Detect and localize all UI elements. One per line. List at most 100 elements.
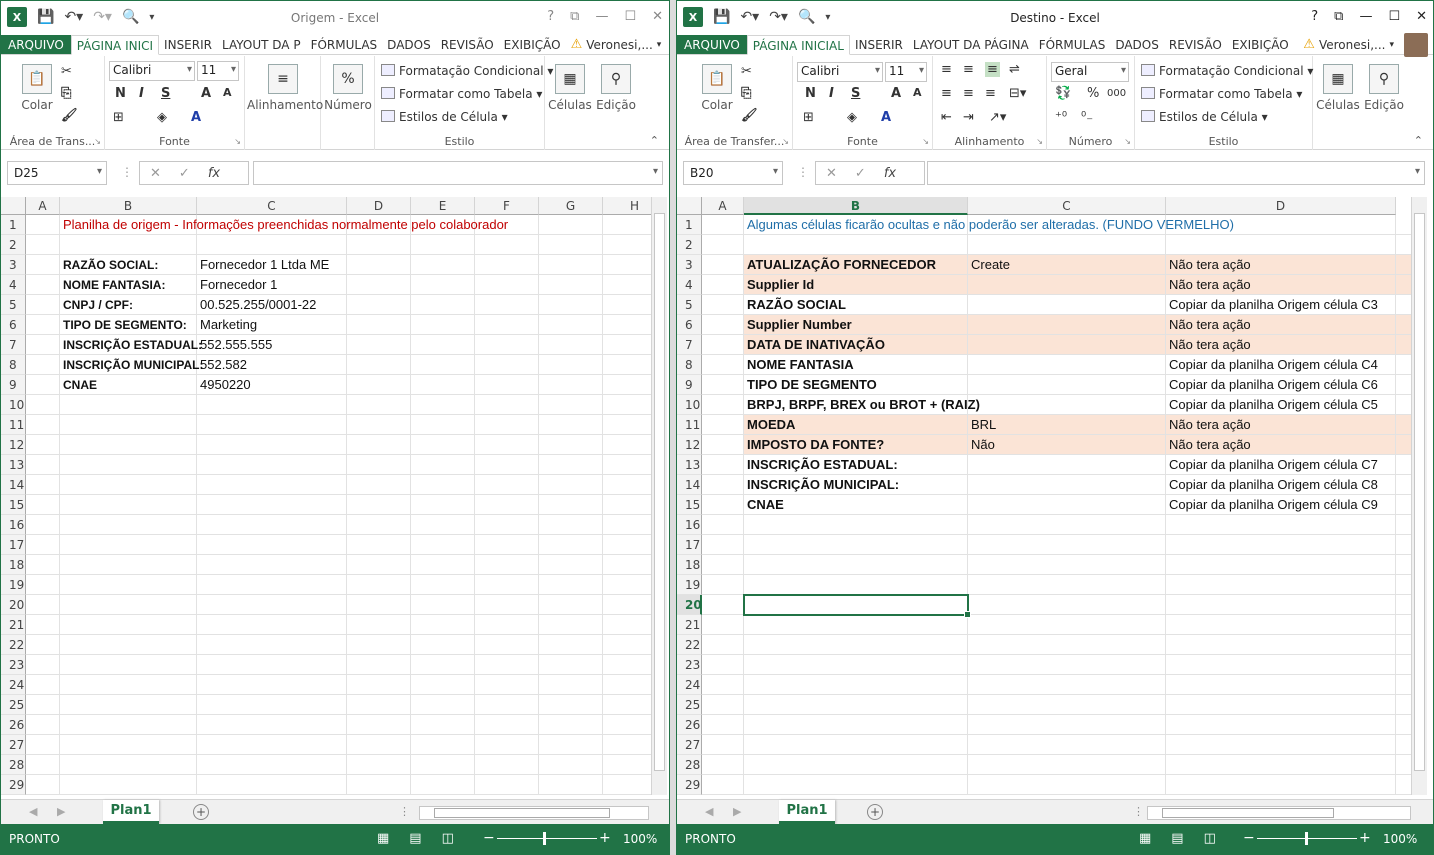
field-value[interactable]: 552.582 xyxy=(197,355,247,375)
tab-page-layout[interactable]: LAYOUT DA P xyxy=(217,35,306,54)
field-value[interactable]: Fornecedor 1 Ltda ME xyxy=(197,255,329,275)
worksheet-grid[interactable]: A B C D E F G H 1 2 3 4 5 6 7 8 9 10 11 12 13 14 15 16 17 18 19 20 2… xyxy=(1,197,669,795)
field-action[interactable]: Copiar da planilha Origem célula C8 xyxy=(1166,475,1378,495)
close-icon[interactable]: ✕ xyxy=(652,9,663,24)
increase-decimal-icon[interactable]: ⁺⁰ xyxy=(1055,110,1067,125)
prev-sheet-icon[interactable]: ◀ xyxy=(29,805,37,818)
name-box[interactable]: D25 xyxy=(7,161,107,185)
tab-insert[interactable]: INSERIR xyxy=(159,35,217,54)
conditional-formatting-button[interactable]: Formatação Condicional ▾ xyxy=(1141,64,1313,78)
row-header[interactable]: 24 xyxy=(677,675,702,695)
field-action[interactable]: Copiar da planilha Origem célula C6 xyxy=(1166,375,1378,395)
cut-icon[interactable]: ✂ xyxy=(741,64,752,79)
field-label[interactable]: RAZÃO SOCIAL: xyxy=(60,255,158,275)
shrink-font-button[interactable]: A xyxy=(913,86,922,99)
scroll-thumb[interactable] xyxy=(654,213,665,771)
field-value[interactable]: BRL xyxy=(968,415,996,435)
underline-button[interactable]: S xyxy=(851,86,860,101)
tab-page-layout[interactable]: LAYOUT DA PÁGINA xyxy=(908,35,1034,54)
row-header[interactable]: 29 xyxy=(677,775,702,795)
horizontal-scrollbar[interactable] xyxy=(1147,806,1411,820)
row-header[interactable]: 18 xyxy=(677,555,702,575)
row-header[interactable]: 26 xyxy=(1,715,26,735)
row-header[interactable]: 21 xyxy=(677,615,702,635)
field-action[interactable]: Não tera ação xyxy=(1166,335,1251,355)
vertical-scrollbar[interactable] xyxy=(1411,197,1427,795)
bold-button[interactable]: N xyxy=(115,86,126,101)
user-account[interactable]: ⚠ Veronesi,... ▾ xyxy=(1298,32,1433,57)
horizontal-scrollbar[interactable] xyxy=(419,806,649,820)
launcher-icon[interactable]: ↘ xyxy=(234,137,241,146)
column-header[interactable]: B xyxy=(744,197,968,215)
field-label[interactable]: Supplier Number xyxy=(744,315,852,335)
borders-icon[interactable]: ⊞ xyxy=(803,110,814,125)
font-color-icon[interactable]: A xyxy=(191,110,201,125)
row-header[interactable]: 18 xyxy=(1,555,26,575)
field-label[interactable]: TIPO DE SEGMENTO: xyxy=(60,315,187,335)
comma-style-button[interactable]: 000 xyxy=(1107,88,1126,99)
italic-button[interactable]: I xyxy=(139,86,144,101)
page-break-view-icon[interactable]: ◫ xyxy=(1204,831,1216,846)
column-header[interactable]: D xyxy=(347,197,411,215)
wrap-text-icon[interactable]: ⇌ xyxy=(1009,62,1020,77)
paste-button[interactable]: 📋 Colar xyxy=(15,64,59,112)
row-header[interactable]: 27 xyxy=(677,735,702,755)
name-box[interactable]: B20 xyxy=(683,161,783,185)
format-painter-icon[interactable]: 🖌 xyxy=(61,108,78,123)
field-value[interactable]: Create xyxy=(968,255,1010,275)
field-action[interactable]: Não tera ação xyxy=(1166,435,1251,455)
format-painter-icon[interactable]: 🖌 xyxy=(741,108,758,123)
sheet-header-text[interactable]: Planilha de origem - Informações preench… xyxy=(60,215,508,235)
grow-font-button[interactable]: A xyxy=(201,86,211,101)
underline-button[interactable]: S xyxy=(161,86,170,101)
row-header[interactable]: 9 xyxy=(1,375,26,395)
cancel-icon[interactable]: ✕ xyxy=(826,166,837,181)
row-header[interactable]: 5 xyxy=(1,295,26,315)
formula-input[interactable] xyxy=(927,161,1425,185)
field-value[interactable]: Não xyxy=(968,435,995,455)
format-as-table-button[interactable]: Formatar como Tabela ▾ xyxy=(381,87,542,101)
user-account[interactable]: ⚠ Veronesi,... ▾ xyxy=(566,35,669,54)
tab-insert[interactable]: INSERIR xyxy=(850,35,908,54)
column-header[interactable]: E xyxy=(411,197,475,215)
currency-icon[interactable]: 💱 xyxy=(1055,86,1071,101)
field-label[interactable]: IMPOSTO DA FONTE? xyxy=(744,435,884,455)
font-size-select[interactable]: 11 xyxy=(197,61,239,81)
tab-home[interactable]: PÁGINA INICI xyxy=(70,35,160,55)
launcher-icon[interactable]: ↘ xyxy=(1036,137,1043,146)
row-header[interactable]: 6 xyxy=(1,315,26,335)
borders-icon[interactable]: ⊞ xyxy=(113,110,124,125)
collapse-ribbon-icon[interactable]: ⌃ xyxy=(650,134,659,147)
select-all-corner[interactable] xyxy=(1,197,26,215)
field-label[interactable]: TIPO DE SEGMENTO xyxy=(744,375,877,395)
row-header[interactable]: 22 xyxy=(1,635,26,655)
zoom-slider[interactable] xyxy=(1305,832,1308,845)
italic-button[interactable]: I xyxy=(829,86,834,101)
row-header[interactable]: 25 xyxy=(1,695,26,715)
percent-style-button[interactable]: % xyxy=(1087,86,1099,101)
merge-cells-icon[interactable]: ⊟▾ xyxy=(1009,86,1026,101)
tab-data[interactable]: DADOS xyxy=(1110,35,1164,54)
add-sheet-icon[interactable]: + xyxy=(193,804,209,820)
row-header[interactable]: 24 xyxy=(1,675,26,695)
minimize-icon[interactable]: — xyxy=(595,9,608,24)
page-break-view-icon[interactable]: ◫ xyxy=(442,831,454,846)
tab-data[interactable]: DADOS xyxy=(382,35,436,54)
editing-button[interactable]: ⚲ Edição xyxy=(1361,64,1407,112)
fill-color-icon[interactable]: ◈ xyxy=(157,110,167,125)
column-header[interactable]: A xyxy=(702,197,744,215)
tab-formulas[interactable]: FÓRMULAS xyxy=(1034,35,1111,54)
row-header[interactable]: 16 xyxy=(1,515,26,535)
row-header[interactable]: 8 xyxy=(1,355,26,375)
zoom-in-button[interactable]: + xyxy=(1359,830,1371,846)
cancel-icon[interactable]: ✕ xyxy=(150,166,161,181)
row-header[interactable]: 23 xyxy=(677,655,702,675)
row-header[interactable]: 3 xyxy=(1,255,26,275)
column-header[interactable]: G xyxy=(539,197,603,215)
field-action[interactable]: Não tera ação xyxy=(1166,315,1251,335)
number-button[interactable]: % Número xyxy=(323,64,373,112)
row-header[interactable]: 20 xyxy=(1,595,26,615)
cells-button[interactable]: ▦ Células xyxy=(547,64,593,112)
split-handle-icon[interactable]: ⋮ xyxy=(399,805,410,818)
field-action[interactable]: Não tera ação xyxy=(1166,415,1251,435)
